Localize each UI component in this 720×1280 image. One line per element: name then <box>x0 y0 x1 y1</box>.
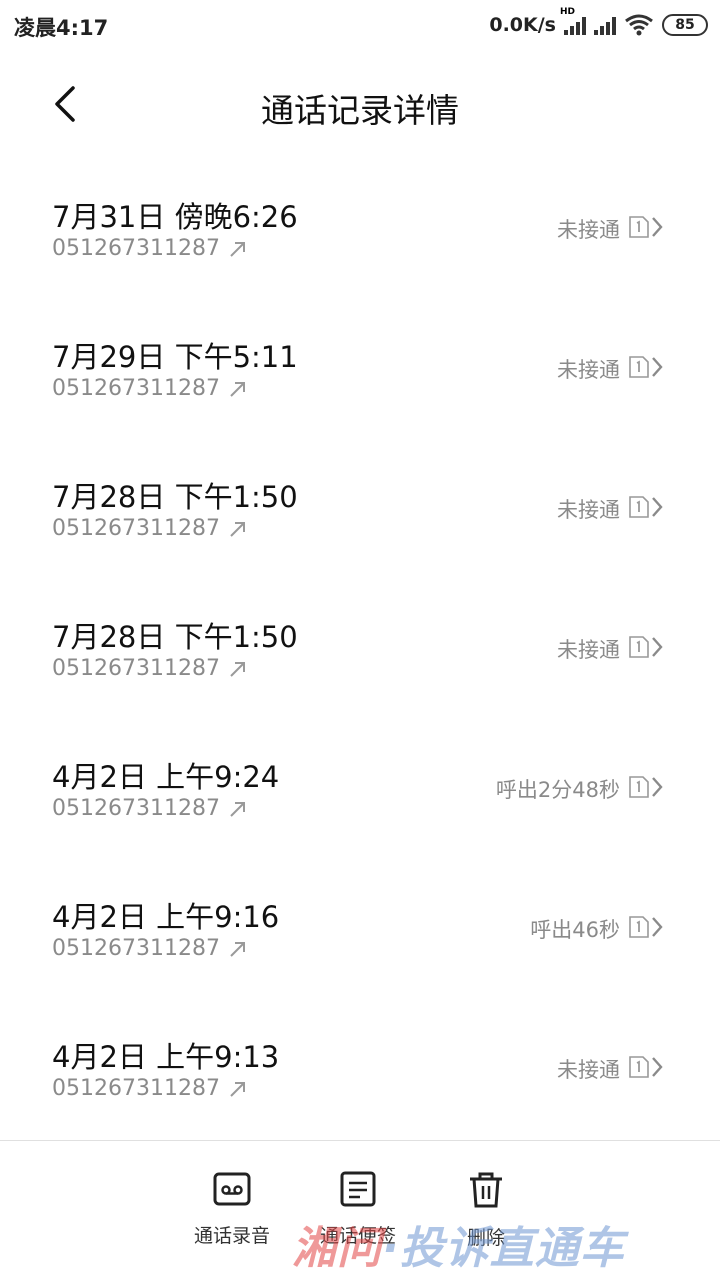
call-number: 051267311287 <box>52 376 220 401</box>
call-recording-label: 通话录音 <box>193 1225 270 1247</box>
call-date: 4月2日 上午9:13 <box>52 1040 280 1074</box>
sim-detail-chevron[interactable] <box>628 214 670 240</box>
call-date: 7月28日 下午1:50 <box>52 480 298 514</box>
sim-detail-chevron[interactable] <box>628 354 670 380</box>
header: 通话记录详情 <box>0 62 720 148</box>
watermark: 湘问·投诉直通车 <box>292 1212 625 1276</box>
status-time: 凌晨4:17 <box>14 16 109 40</box>
call-number-line: 051267311287 <box>52 1076 248 1101</box>
call-status: 未接通 <box>557 638 620 662</box>
call-number-line: 051267311287 <box>52 936 248 961</box>
call-status: 未接通 <box>557 358 620 382</box>
status-bar: 凌晨4:17 0.0K/s HD 85 <box>0 0 720 52</box>
hd-badge: HD <box>560 7 576 17</box>
call-status: 未接通 <box>557 498 620 522</box>
watermark-part1: 湘问 <box>292 1223 382 1274</box>
trash-icon <box>470 1172 502 1208</box>
call-log-row[interactable]: 4月2日 上午9:16 051267311287 呼出46秒 <box>0 858 720 998</box>
page-title: 通话记录详情 <box>261 91 459 130</box>
call-number-line: 051267311287 <box>52 376 248 401</box>
call-date: 4月2日 上午9:24 <box>52 760 280 794</box>
call-number: 051267311287 <box>52 936 220 961</box>
chevron-right-icon <box>652 917 663 937</box>
call-log-row[interactable]: 7月28日 下午1:50 051267311287 未接通 <box>0 578 720 718</box>
network-speed-text: 0.0K/s <box>489 14 556 36</box>
network-speed: 0.0K/s <box>489 14 556 36</box>
sim1-icon <box>629 496 649 518</box>
outgoing-arrow-icon <box>230 661 245 677</box>
call-recording-button[interactable]: 通话录音 <box>182 1171 282 1248</box>
call-number: 051267311287 <box>52 516 220 541</box>
call-number: 051267311287 <box>52 796 220 821</box>
chevron-right-icon <box>652 497 663 517</box>
outgoing-arrow-icon <box>230 241 245 257</box>
call-status: 未接通 <box>557 1058 620 1082</box>
sim1-icon <box>629 776 649 798</box>
chevron-right-icon <box>652 1057 663 1077</box>
cassette-icon <box>213 1172 251 1206</box>
chevron-right-icon <box>652 777 663 797</box>
call-log-row[interactable]: 7月28日 下午1:50 051267311287 未接通 <box>0 438 720 578</box>
call-date: 7月31日 傍晚6:26 <box>52 200 298 234</box>
call-number: 051267311287 <box>52 656 220 681</box>
chevron-right-icon <box>652 217 663 237</box>
battery-level: 85 <box>675 17 695 33</box>
sim-detail-chevron[interactable] <box>628 774 670 800</box>
call-log-row[interactable]: 4月2日 上午9:13 051267311287 未接通 <box>0 998 720 1138</box>
outgoing-arrow-icon <box>230 1081 245 1097</box>
outgoing-arrow-icon <box>230 801 245 817</box>
sim1-icon <box>629 1056 649 1078</box>
watermark-part2: ·投诉直通车 <box>382 1223 625 1274</box>
call-date: 7月29日 下午5:11 <box>52 340 298 374</box>
sim1-icon <box>629 216 649 238</box>
sim-detail-chevron[interactable] <box>628 494 670 520</box>
sim1-icon <box>629 356 649 378</box>
call-number: 051267311287 <box>52 236 220 261</box>
chevron-right-icon <box>652 357 663 377</box>
call-log-row[interactable]: 4月2日 上午9:24 051267311287 呼出2分48秒 <box>0 718 720 858</box>
call-log-row[interactable]: 7月29日 下午5:11 051267311287 未接通 <box>0 298 720 438</box>
call-number-line: 051267311287 <box>52 796 248 821</box>
call-number-line: 051267311287 <box>52 516 248 541</box>
outgoing-arrow-icon <box>230 941 245 957</box>
call-date: 4月2日 上午9:16 <box>52 900 280 934</box>
call-number-line: 051267311287 <box>52 656 248 681</box>
call-number-line: 051267311287 <box>52 236 248 261</box>
call-date: 7月28日 下午1:50 <box>52 620 298 654</box>
note-icon <box>340 1171 376 1207</box>
battery-icon: 85 <box>662 14 708 36</box>
call-log-list: 7月31日 傍晚6:26 051267311287 未接通 7月29日 下午5:… <box>0 158 720 1138</box>
signal-icon-2 <box>594 15 616 35</box>
call-status: 未接通 <box>557 218 620 242</box>
call-log-row[interactable]: 7月31日 傍晚6:26 051267311287 未接通 <box>0 158 720 298</box>
chevron-right-icon <box>652 637 663 657</box>
status-icons: 0.0K/s HD 85 <box>489 7 708 40</box>
call-status: 呼出46秒 <box>530 918 620 942</box>
sim1-icon <box>629 636 649 658</box>
wifi-icon <box>625 14 653 36</box>
sim-detail-chevron[interactable] <box>628 1054 670 1080</box>
outgoing-arrow-icon <box>230 521 245 537</box>
call-number: 051267311287 <box>52 1076 220 1101</box>
sim-detail-chevron[interactable] <box>628 914 670 940</box>
sim1-icon <box>629 916 649 938</box>
call-status: 呼出2分48秒 <box>495 778 620 802</box>
sim-detail-chevron[interactable] <box>628 634 670 660</box>
outgoing-arrow-icon <box>230 381 245 397</box>
signal-icon: HD <box>560 7 586 35</box>
